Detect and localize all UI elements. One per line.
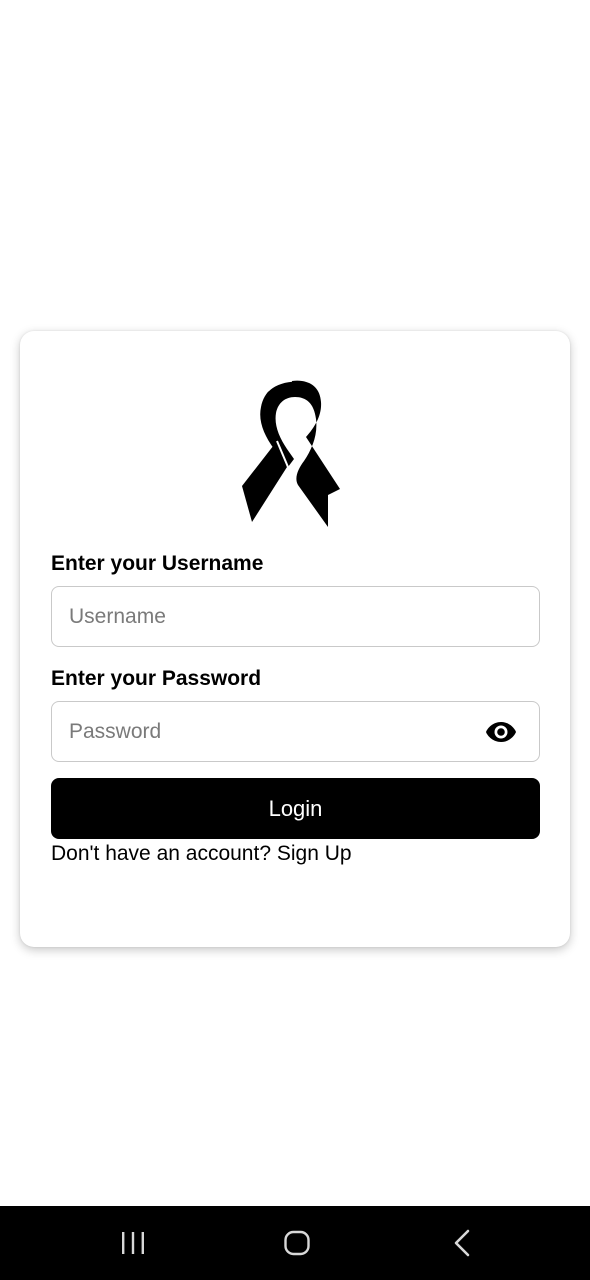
back-icon[interactable]	[446, 1226, 480, 1260]
system-navigation-bar	[0, 1206, 590, 1280]
signup-prompt: Don't have an account? Sign Up	[51, 842, 352, 866]
username-input[interactable]	[69, 587, 469, 646]
recents-icon[interactable]	[116, 1226, 150, 1260]
awareness-ribbon-icon	[240, 378, 343, 530]
login-card: Enter your Username Enter your Password …	[20, 331, 570, 947]
signup-link[interactable]: Sign Up	[277, 842, 352, 865]
home-icon[interactable]	[280, 1226, 314, 1260]
password-field[interactable]	[51, 701, 540, 762]
username-field[interactable]	[51, 586, 540, 647]
login-button[interactable]: Login	[51, 778, 540, 839]
password-label: Enter your Password	[51, 667, 262, 690]
username-label: Enter your Username	[51, 552, 264, 575]
eye-icon[interactable]	[485, 719, 517, 745]
password-input[interactable]	[69, 702, 469, 761]
signup-prompt-text: Don't have an account?	[51, 842, 271, 865]
login-screen: Enter your Username Enter your Password …	[0, 0, 590, 1280]
